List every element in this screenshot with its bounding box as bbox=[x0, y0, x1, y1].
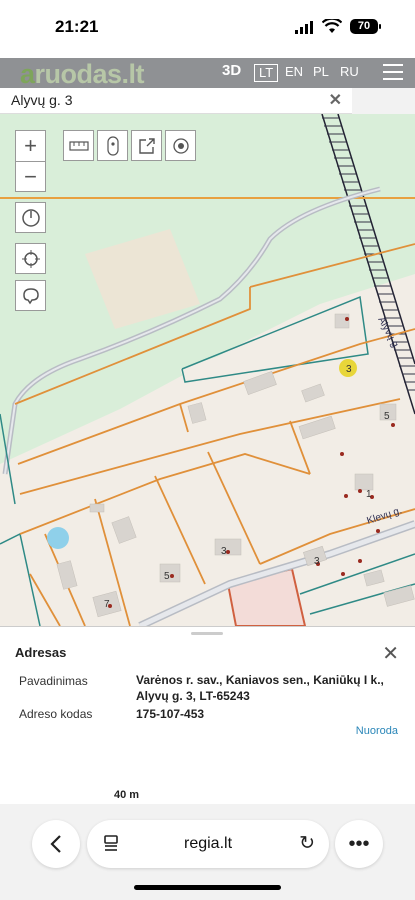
back-button[interactable] bbox=[32, 820, 80, 868]
nav-lang-pl[interactable]: PL bbox=[313, 64, 329, 79]
home-indicator bbox=[134, 885, 281, 890]
house-number: 3 bbox=[221, 546, 227, 557]
map-view[interactable]: Alyvų g. Klevų g. 3 5 1 3 5 7 3 + − bbox=[0, 114, 415, 626]
zoom-out-button[interactable]: − bbox=[15, 161, 46, 192]
address-bar[interactable]: regia.lt ↻ bbox=[87, 820, 329, 868]
search-bar[interactable]: Alyvų g. 3 ✕ bbox=[0, 88, 352, 114]
close-icon[interactable]: ✕ bbox=[382, 641, 399, 666]
house-number: 5 bbox=[384, 411, 390, 422]
code-label: Adreso kodas bbox=[19, 707, 93, 721]
nav-lang-lt[interactable]: LT bbox=[254, 64, 279, 82]
target-icon[interactable] bbox=[165, 130, 196, 161]
link-nuoroda[interactable]: Nuoroda bbox=[356, 725, 398, 737]
house-number: 3 bbox=[346, 364, 352, 375]
status-time: 21:21 bbox=[55, 17, 99, 36]
lasso-icon[interactable] bbox=[15, 280, 46, 311]
status-bar: 21:21 70 bbox=[0, 0, 415, 58]
search-input[interactable]: Alyvų g. 3 bbox=[11, 92, 72, 108]
address-info-panel: Adresas ✕ Pavadinimas Varėnos r. sav., K… bbox=[0, 626, 415, 805]
house-number: 5 bbox=[164, 571, 170, 582]
house-number: 3 bbox=[314, 556, 320, 567]
map-scale: 40 m bbox=[114, 789, 140, 801]
measure-icon[interactable] bbox=[63, 130, 94, 161]
locate-icon[interactable] bbox=[15, 243, 46, 274]
nav-3d[interactable]: 3D bbox=[222, 62, 241, 79]
share-icon[interactable] bbox=[131, 130, 162, 161]
house-number: 1 bbox=[366, 489, 372, 500]
clear-search-icon[interactable]: ✕ bbox=[329, 90, 342, 110]
name-label: Pavadinimas bbox=[19, 674, 88, 688]
nav-lang-ru[interactable]: RU bbox=[340, 64, 359, 79]
name-value: Varėnos r. sav., Kaniavos sen., Kaniūkų … bbox=[136, 673, 384, 703]
nav-lang-en[interactable]: EN bbox=[285, 64, 303, 79]
zoom-in-button[interactable]: + bbox=[15, 130, 46, 161]
signal-icon bbox=[295, 21, 313, 34]
panel-title: Adresas bbox=[15, 645, 67, 660]
panel-drag-handle[interactable] bbox=[191, 632, 223, 635]
house-number: 7 bbox=[104, 599, 110, 610]
compass-icon[interactable] bbox=[15, 202, 46, 233]
site-logo[interactable]: aruodas.lt bbox=[20, 59, 145, 90]
more-button[interactable]: ••• bbox=[335, 820, 383, 868]
menu-icon[interactable] bbox=[383, 64, 403, 85]
reload-icon[interactable]: ↻ bbox=[299, 832, 315, 855]
wifi-icon bbox=[322, 19, 342, 33]
code-value: 175-107-453 bbox=[136, 707, 205, 721]
marker-icon[interactable] bbox=[97, 130, 128, 161]
battery-indicator: 70 bbox=[350, 19, 381, 34]
map-canvas: Alyvų g. Klevų g. 3 5 1 3 5 7 3 bbox=[0, 114, 415, 626]
url-text[interactable]: regia.lt bbox=[87, 835, 329, 853]
site-header: aruodas.lt 3D LT EN PL RU bbox=[0, 58, 415, 90]
